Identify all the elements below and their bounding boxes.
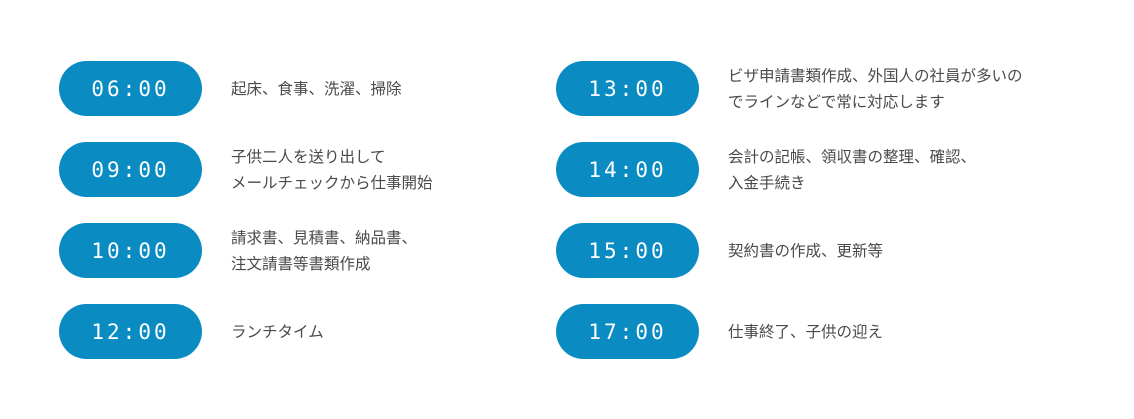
schedule-description: 子供二人を送り出して メールチェックから仕事開始 [231,144,433,196]
description-line: 注文請書等書類作成 [231,254,371,273]
schedule-description: 請求書、見積書、納品書、 注文請書等書類作成 [231,225,417,277]
schedule-description: 仕事終了、子供の迎え [728,319,883,345]
time-badge: 10:00 [59,223,202,278]
time-badge: 06:00 [59,61,202,116]
time-badge: 09:00 [59,142,202,197]
description-line: 契約書の作成、更新等 [728,241,884,260]
time-badge: 13:00 [556,61,699,116]
schedule-row: 13:00 ビザ申請書類作成、外国人の社員が多いの でラインなどで常に対応します [556,61,1116,116]
schedule-column-left: 06:00 起床、食事、洗濯、掃除 09:00 子供二人を送り出して メールチェ… [59,61,529,359]
schedule-row: 15:00 契約書の作成、更新等 [556,223,1116,278]
schedule-row: 14:00 会計の記帳、領収書の整理、確認、 入金手続き [556,142,1116,197]
schedule-row: 06:00 起床、食事、洗濯、掃除 [59,61,529,116]
description-line: 会計の記帳、領収書の整理、確認、 [728,147,977,166]
schedule-row: 09:00 子供二人を送り出して メールチェックから仕事開始 [59,142,529,197]
schedule-row: 10:00 請求書、見積書、納品書、 注文請書等書類作成 [59,223,529,278]
description-line: 子供二人を送り出して [231,147,386,166]
schedule-row: 17:00 仕事終了、子供の迎え [556,304,1116,359]
schedule-description: ビザ申請書類作成、外国人の社員が多いの でラインなどで常に対応します [728,63,1023,115]
description-line: 起床、食事、洗濯、掃除 [231,79,402,98]
time-badge: 17:00 [556,304,699,359]
schedule-description: 契約書の作成、更新等 [728,238,883,264]
description-line: ビザ申請書類作成、外国人の社員が多いの [728,66,1023,85]
description-line: メールチェックから仕事開始 [231,173,433,192]
description-line: 仕事終了、子供の迎え [728,322,884,341]
schedule-row: 12:00 ランチタイム [59,304,529,359]
schedule-description: 会計の記帳、領収書の整理、確認、 入金手続き [728,144,976,196]
schedule-column-right: 13:00 ビザ申請書類作成、外国人の社員が多いの でラインなどで常に対応します… [556,61,1116,359]
schedule-description: ランチタイム [231,319,324,345]
description-line: 入金手続き [728,173,806,192]
daily-schedule: 06:00 起床、食事、洗濯、掃除 09:00 子供二人を送り出して メールチェ… [0,0,1134,419]
time-badge: 15:00 [556,223,699,278]
time-badge: 14:00 [556,142,699,197]
schedule-description: 起床、食事、洗濯、掃除 [231,76,402,102]
description-line: でラインなどで常に対応します [728,92,945,111]
time-badge: 12:00 [59,304,202,359]
description-line: ランチタイム [231,322,324,341]
description-line: 請求書、見積書、納品書、 [231,228,418,247]
